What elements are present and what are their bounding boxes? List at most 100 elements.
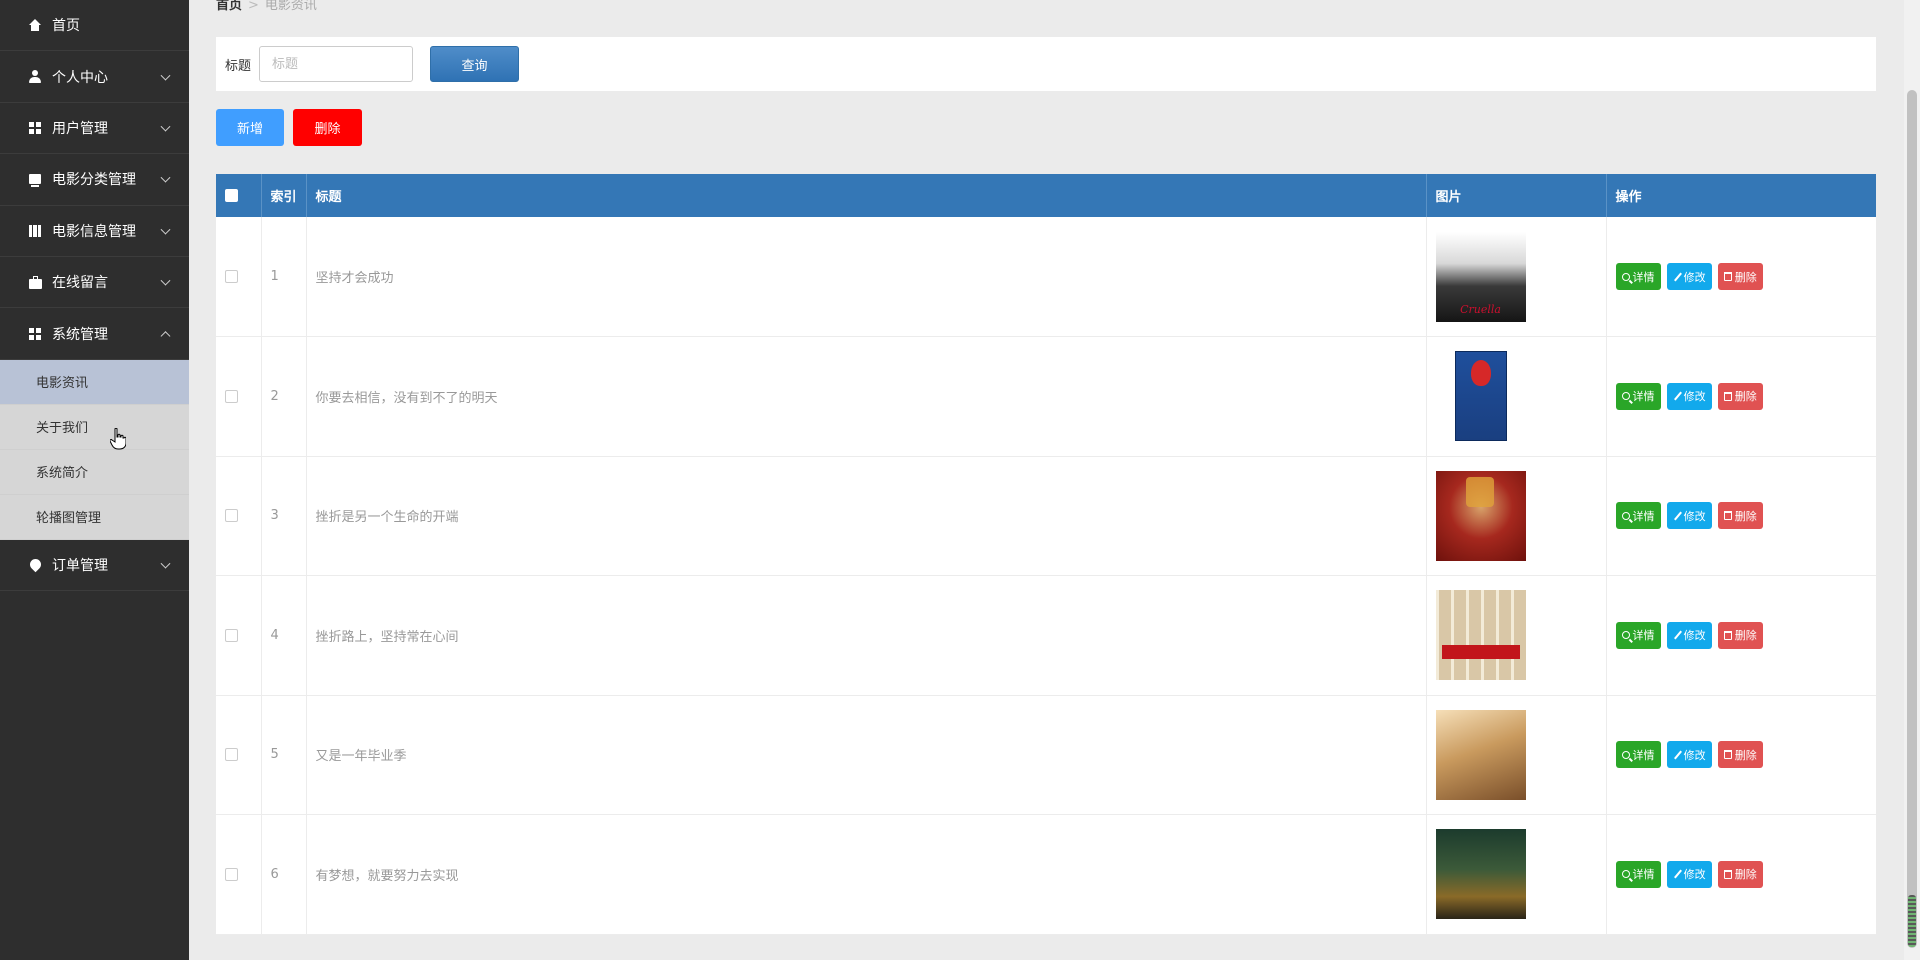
sidebar-item-label: 电影信息管理 bbox=[52, 223, 136, 240]
remove-button[interactable]: 删除 bbox=[1717, 621, 1763, 649]
sidebar-item-order-management[interactable]: 订单管理 bbox=[0, 540, 189, 592]
detail-button[interactable]: 详情 bbox=[1615, 382, 1661, 410]
detail-label: 详情 bbox=[1632, 270, 1655, 284]
search-icon bbox=[1621, 750, 1630, 759]
sidebar-item-label: 电影分类管理 bbox=[52, 172, 136, 189]
detail-label: 详情 bbox=[1632, 390, 1655, 404]
edit-button[interactable]: 修改 bbox=[1666, 860, 1712, 888]
sidebar-item-movie-category[interactable]: 电影分类管理 bbox=[0, 154, 189, 206]
detail-label: 详情 bbox=[1632, 748, 1655, 762]
sidebar-item-personal-center[interactable]: 个人中心 bbox=[0, 51, 189, 103]
pencil-icon bbox=[1673, 750, 1682, 760]
row-title: 挫折路上，坚持常在心间 bbox=[306, 575, 1427, 696]
search-icon bbox=[1621, 511, 1630, 520]
remove-label: 删除 bbox=[1734, 629, 1757, 643]
grid-icon bbox=[28, 121, 42, 135]
edit-button[interactable]: 修改 bbox=[1666, 741, 1712, 769]
chevron-down-icon bbox=[160, 275, 171, 286]
table-row: 4 挫折路上，坚持常在心间 详情 修改 删除 bbox=[216, 575, 1876, 696]
scrollbar-marker bbox=[1908, 895, 1916, 947]
row-image-cell bbox=[1426, 336, 1607, 457]
trash-icon bbox=[1723, 391, 1732, 401]
edit-label: 修改 bbox=[1683, 390, 1706, 404]
remove-button[interactable]: 删除 bbox=[1717, 741, 1763, 769]
row-image-cell bbox=[1426, 575, 1607, 696]
index-header: 索引 bbox=[261, 174, 307, 217]
table-header-row: 索引 标题 图片 操作 bbox=[216, 174, 1876, 217]
edit-button[interactable]: 修改 bbox=[1666, 502, 1712, 530]
search-panel: 标题 查询 bbox=[216, 37, 1876, 91]
remove-button[interactable]: 删除 bbox=[1717, 382, 1763, 410]
edit-label: 修改 bbox=[1683, 509, 1706, 523]
table-row: 2 你要去相信，没有到不了的明天 详情 修改 删除 bbox=[216, 336, 1876, 457]
detail-label: 详情 bbox=[1632, 868, 1655, 882]
row-checkbox-cell bbox=[216, 575, 262, 696]
row-checkbox[interactable] bbox=[225, 628, 238, 642]
row-index: 2 bbox=[261, 336, 307, 457]
vertical-scrollbar[interactable] bbox=[1904, 0, 1920, 960]
movie-poster-image bbox=[1435, 709, 1526, 800]
pencil-icon bbox=[1673, 511, 1682, 521]
pencil-icon bbox=[1673, 869, 1682, 879]
title-header: 标题 bbox=[306, 174, 1427, 217]
select-all-checkbox[interactable] bbox=[225, 189, 238, 202]
row-checkbox[interactable] bbox=[225, 389, 238, 403]
movie-poster-image bbox=[1435, 470, 1526, 561]
chevron-down-icon bbox=[160, 121, 171, 132]
row-checkbox[interactable] bbox=[225, 867, 238, 881]
remove-button[interactable]: 删除 bbox=[1717, 860, 1763, 888]
home-icon bbox=[28, 18, 42, 32]
remove-button[interactable]: 删除 bbox=[1717, 263, 1763, 290]
breadcrumb-home[interactable]: 首页 bbox=[216, 0, 242, 13]
row-checkbox[interactable] bbox=[225, 748, 238, 762]
detail-button[interactable]: 详情 bbox=[1615, 263, 1661, 290]
row-checkbox[interactable] bbox=[225, 270, 238, 283]
edit-label: 修改 bbox=[1683, 748, 1706, 762]
breadcrumb: 首页 > 电影资讯 bbox=[216, 0, 317, 13]
sidebar-item-label: 首页 bbox=[52, 18, 80, 35]
edit-label: 修改 bbox=[1683, 270, 1706, 284]
edit-button[interactable]: 修改 bbox=[1666, 263, 1712, 290]
sidebar-item-label: 个人中心 bbox=[52, 69, 108, 86]
remove-button[interactable]: 删除 bbox=[1717, 502, 1763, 530]
remove-label: 删除 bbox=[1734, 748, 1757, 762]
trash-icon bbox=[1723, 630, 1732, 640]
edit-button[interactable]: 修改 bbox=[1666, 621, 1712, 649]
operations-header: 操作 bbox=[1606, 174, 1876, 217]
row-index: 1 bbox=[261, 217, 307, 337]
row-image-cell bbox=[1426, 217, 1607, 337]
sidebar-item-home[interactable]: 首页 bbox=[0, 0, 189, 52]
query-button[interactable]: 查询 bbox=[430, 46, 519, 82]
sidebar-item-online-message[interactable]: 在线留言 bbox=[0, 257, 189, 309]
detail-label: 详情 bbox=[1632, 509, 1655, 523]
edit-button[interactable]: 修改 bbox=[1666, 382, 1712, 410]
submenu-item-carousel[interactable]: 轮播图管理 bbox=[0, 495, 189, 540]
sidebar-item-user-management[interactable]: 用户管理 bbox=[0, 103, 189, 155]
row-title: 又是一年毕业季 bbox=[306, 695, 1427, 815]
submenu-item-system-intro[interactable]: 系统简介 bbox=[0, 450, 189, 495]
sidebar-item-movie-info[interactable]: 电影信息管理 bbox=[0, 206, 189, 257]
scrollbar-thumb[interactable] bbox=[1907, 90, 1917, 948]
system-submenu: 电影资讯 关于我们 系统简介 轮播图管理 bbox=[0, 359, 189, 540]
row-checkbox-cell bbox=[216, 814, 262, 935]
row-ops: 详情 修改 删除 bbox=[1606, 695, 1876, 815]
briefcase-icon bbox=[28, 275, 42, 289]
submenu-item-about-us[interactable]: 关于我们 bbox=[0, 405, 189, 450]
movie-poster-image bbox=[1435, 829, 1526, 920]
search-icon bbox=[1621, 392, 1630, 401]
title-search-input[interactable] bbox=[259, 46, 413, 82]
user-icon bbox=[28, 70, 42, 84]
detail-button[interactable]: 详情 bbox=[1615, 860, 1661, 888]
detail-button[interactable]: 详情 bbox=[1615, 502, 1661, 530]
row-checkbox[interactable] bbox=[225, 509, 238, 523]
detail-button[interactable]: 详情 bbox=[1615, 741, 1661, 769]
row-index: 4 bbox=[261, 575, 307, 696]
add-button[interactable]: 新增 bbox=[216, 109, 284, 146]
sidebar-item-system-management[interactable]: 系统管理 bbox=[0, 308, 189, 360]
delete-button[interactable]: 删除 bbox=[293, 109, 362, 146]
detail-button[interactable]: 详情 bbox=[1615, 621, 1661, 649]
submenu-item-movie-news[interactable]: 电影资讯 bbox=[0, 359, 189, 405]
row-index: 3 bbox=[261, 456, 307, 576]
sidebar-item-label: 在线留言 bbox=[52, 275, 108, 292]
book-icon bbox=[28, 224, 42, 238]
